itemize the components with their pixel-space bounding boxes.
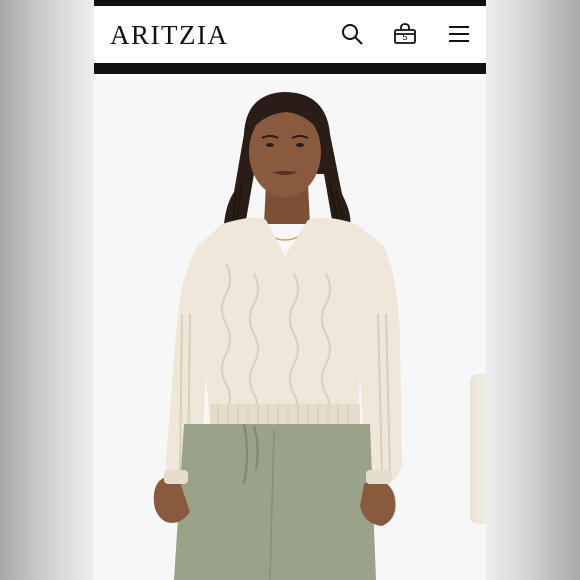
next-image-peek[interactable] [470,374,486,524]
header-divider-bar [94,63,486,74]
model-illustration [153,92,402,580]
aritzia-logo[interactable]: ARITZIA [110,20,228,50]
search-icon[interactable] [340,22,364,46]
hamburger-menu-icon[interactable] [447,22,471,46]
product-image[interactable] [94,74,486,580]
cart-count-badge: 5 [402,32,408,42]
shopping-bag-icon[interactable]: 5 [393,22,417,46]
phone-screen: ARITZIA 5 [94,0,486,580]
site-header: ARITZIA 5 [94,6,486,63]
